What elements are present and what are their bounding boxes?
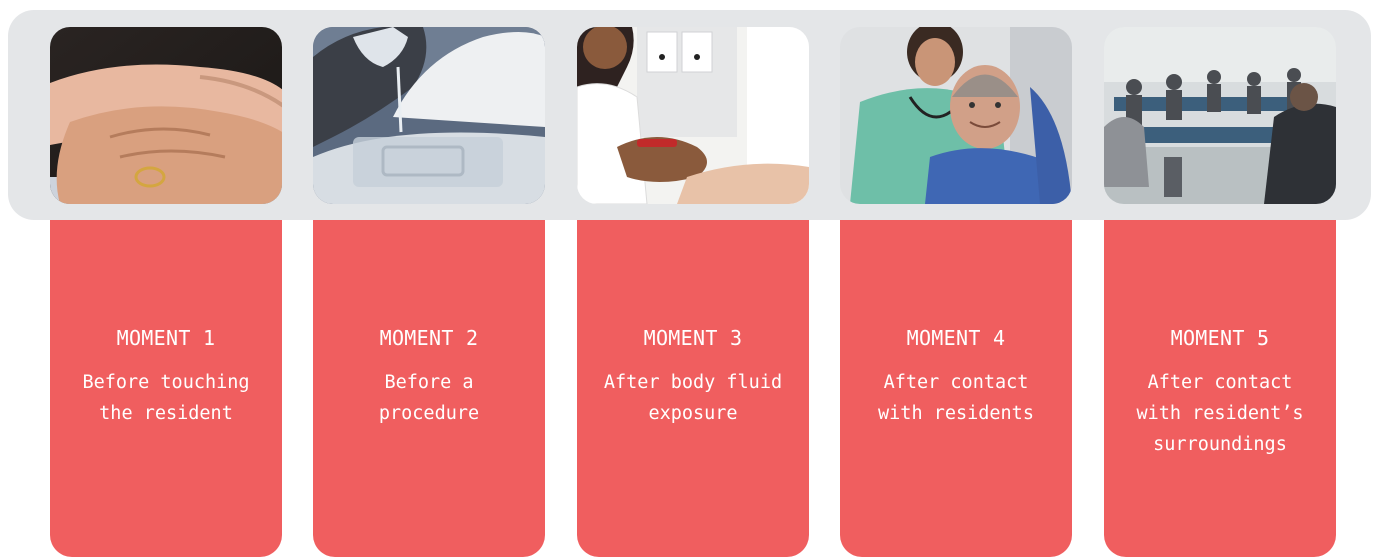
medical-procedure-photo: [313, 27, 545, 204]
moment-description-line: Before a: [384, 372, 474, 393]
moment-description-line: After contact: [1147, 372, 1293, 393]
moment-panel-5: MOMENT 5 After contact with resident’s s…: [1104, 220, 1336, 557]
moment-panel-2: MOMENT 2 Before a procedure: [313, 220, 545, 557]
moment-card-3: MOMENT 3 After body fluid exposure: [577, 27, 809, 557]
moment-description: After body fluid exposure: [589, 367, 797, 429]
moment-title: MOMENT 5: [1170, 326, 1270, 350]
waiting-room-photo: [1104, 27, 1336, 204]
moment-description-line: the resident: [99, 403, 233, 424]
moment-card-2: MOMENT 2 Before a procedure: [313, 27, 545, 557]
moment-description-line: exposure: [648, 403, 738, 424]
moment-panel-3: MOMENT 3 After body fluid exposure: [577, 220, 809, 557]
moment-description-line: procedure: [378, 403, 480, 424]
moment-panel-1: MOMENT 1 Before touching the resident: [50, 220, 282, 557]
moment-description: Before a procedure: [325, 367, 533, 429]
moment-title: MOMENT 1: [116, 326, 216, 350]
moment-title: MOMENT 3: [643, 326, 743, 350]
moment-description-line: After contact: [883, 372, 1029, 393]
moment-card-5: MOMENT 5 After contact with resident’s s…: [1104, 27, 1336, 557]
moment-card-1: MOMENT 1 Before touching the resident: [50, 27, 282, 557]
moment-description-line: with residents: [878, 403, 1034, 424]
hands-holding-photo: [50, 27, 282, 204]
moment-panel-4: MOMENT 4 After contact with residents: [840, 220, 1072, 557]
moment-description-line: surroundings: [1153, 434, 1287, 455]
nurse-with-resident-photo: [840, 27, 1072, 204]
moment-title: MOMENT 2: [379, 326, 479, 350]
moment-description-line: Before touching: [82, 372, 250, 393]
moment-description: After contact with resident’s surroundin…: [1116, 367, 1324, 460]
blood-test-photo: [577, 27, 809, 204]
moment-description-line: with resident’s: [1136, 403, 1304, 424]
moment-card-4: MOMENT 4 After contact with residents: [840, 27, 1072, 557]
moment-description: Before touching the resident: [62, 367, 270, 429]
moment-title: MOMENT 4: [906, 326, 1006, 350]
moment-description-line: After body fluid: [603, 372, 783, 393]
moment-description: After contact with residents: [852, 367, 1060, 429]
